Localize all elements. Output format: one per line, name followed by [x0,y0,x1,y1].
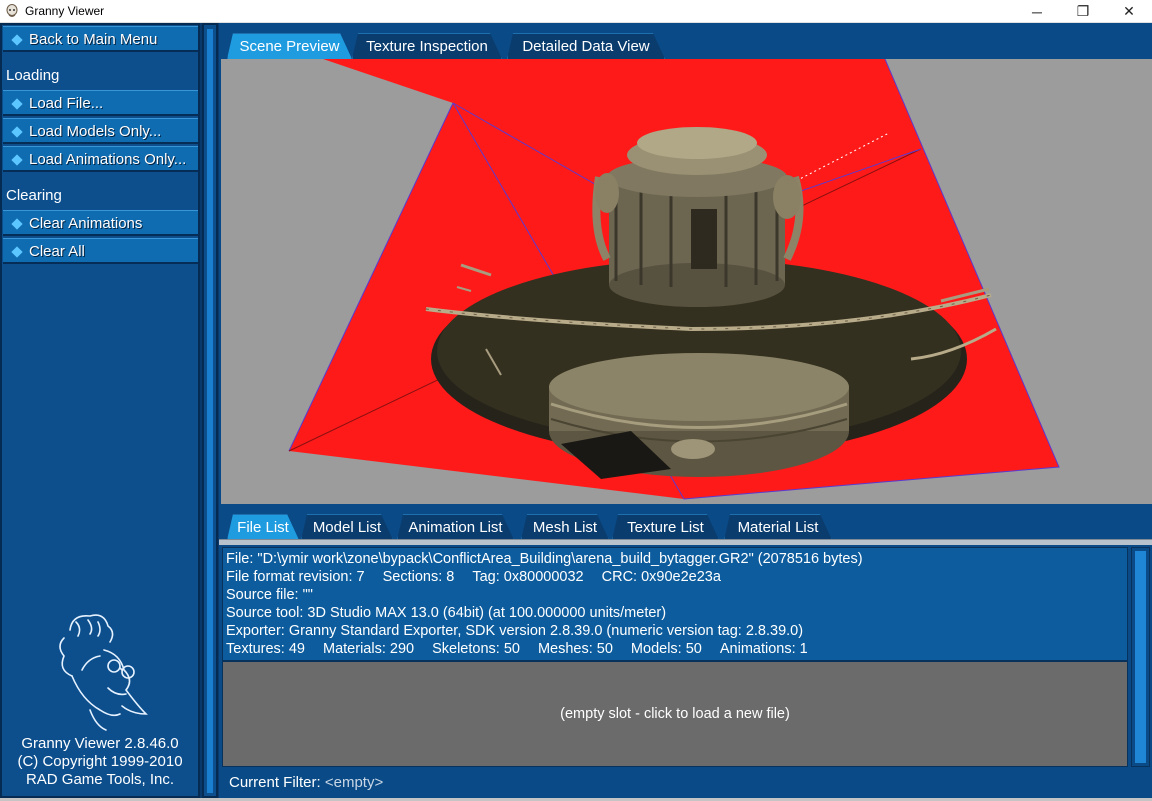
sections-count: Sections: 8 [382,569,455,585]
window-title: Granny Viewer [25,4,105,18]
format-revision: File format revision: 7 [226,569,365,585]
source-file-line: Source file: "" [226,587,313,603]
loading-header: Loading [6,67,60,84]
empty-file-slot[interactable]: (empty slot - click to load a new file) [222,661,1128,767]
top-tab-strip: Scene Preview Texture Inspection Detaile… [219,23,1152,59]
vertical-splitter[interactable] [202,23,218,798]
bullet-icon [11,246,23,258]
tab-material-list[interactable]: Material List [724,514,832,540]
tab-mesh-list[interactable]: Mesh List [521,514,609,540]
bottom-tab-strip: File List Model List Animation List Mesh… [219,504,1152,540]
bullet-icon [11,34,23,46]
tab-detailed-data-view[interactable]: Detailed Data View [507,33,665,59]
about-company: RAD Game Tools, Inc. [25,771,175,788]
minimize-button[interactable]: ─ [1014,0,1060,23]
load-models-only-button[interactable]: Load Models Only... [3,118,198,144]
tab-scene-preview[interactable]: Scene Preview [227,33,352,59]
clear-all-button[interactable]: Clear All [3,238,198,264]
scene-render [221,59,1152,514]
clearing-header: Clearing [6,187,62,204]
scrollbar-thumb[interactable] [1135,551,1146,763]
restore-button[interactable]: ❐ [1060,0,1106,23]
clear-all-label: Clear All [29,243,85,260]
close-button[interactable]: ✕ [1106,0,1152,23]
file-format-line: File format revision: 7 Sections: 8 Tag: 0… [226,568,1124,586]
loaded-file-entry[interactable]: File: "D:\ymir work\zone\bypack\Conflict… [222,547,1128,661]
file-path-line: File: "D:\ymir work\zone\bypack\Conflict… [226,551,863,567]
load-animations-label: Load Animations Only... [29,151,187,168]
bullet-icon [11,218,23,230]
tab-file-list[interactable]: File List [227,514,299,540]
close-icon: ✕ [1123,3,1135,19]
tab-animation-list[interactable]: Animation List [397,514,514,540]
counts-line: Textures: 49 Materials: 290 Skeletons: 50 M… [226,640,1124,658]
models-count: Models: 50 [630,641,702,657]
back-label: Back to Main Menu [29,31,158,48]
about-version: Granny Viewer 2.8.46.0 [21,735,179,752]
source-tool-line: Source tool: 3D Studio MAX 13.0 (64bit) … [226,605,667,621]
load-animations-only-button[interactable]: Load Animations Only... [3,146,198,172]
animations-count: Animations: 1 [719,641,808,657]
main-panel: Scene Preview Texture Inspection Detaile… [219,23,1152,798]
granny-app-icon [6,4,18,17]
granny-viewer-window: Granny Viewer ─ ❐ ✕ Back to Main Menu Lo… [0,0,1152,801]
materials-count: Materials: 290 [323,641,415,657]
load-file-label: Load File... [29,95,104,112]
exporter-line: Exporter: Granny Standard Exporter, SDK … [226,623,804,639]
bullet-icon [11,126,23,138]
skeletons-count: Skeletons: 50 [432,641,520,657]
file-crc: CRC: 0x90e2e23a [601,569,721,585]
tab-texture-list[interactable]: Texture List [612,514,719,540]
title-bar: Granny Viewer ─ ❐ ✕ [0,0,1152,23]
bullet-icon [11,154,23,166]
minimize-icon: ─ [1032,3,1042,20]
clear-animations-label: Clear Animations [29,215,143,232]
restore-icon: ❐ [1076,3,1090,19]
horizontal-splitter[interactable] [219,539,1152,545]
load-file-button[interactable]: Load File... [3,90,198,116]
tab-texture-inspection[interactable]: Texture Inspection [352,33,502,59]
sidebar: Back to Main Menu Loading Load File... L… [0,23,200,798]
current-filter-bar: Current Filter: <empty> [219,769,1152,798]
filter-label: Current Filter: [229,774,321,791]
textures-count: Textures: 49 [226,641,305,657]
filter-value[interactable]: <empty> [325,774,383,791]
scene-viewport[interactable] [221,59,1152,514]
about-copyright: (C) Copyright 1999-2010 [17,753,183,770]
meshes-count: Meshes: 50 [537,641,613,657]
file-tag: Tag: 0x80000032 [472,569,584,585]
file-list-scrollbar[interactable] [1131,547,1150,767]
granny-mascot-logo [59,614,148,731]
back-to-main-menu-button[interactable]: Back to Main Menu [3,26,198,52]
clear-animations-button[interactable]: Clear Animations [3,210,198,236]
bullet-icon [11,98,23,110]
splitter-handle[interactable] [207,29,213,793]
load-models-label: Load Models Only... [29,123,162,140]
tab-model-list[interactable]: Model List [301,514,393,540]
